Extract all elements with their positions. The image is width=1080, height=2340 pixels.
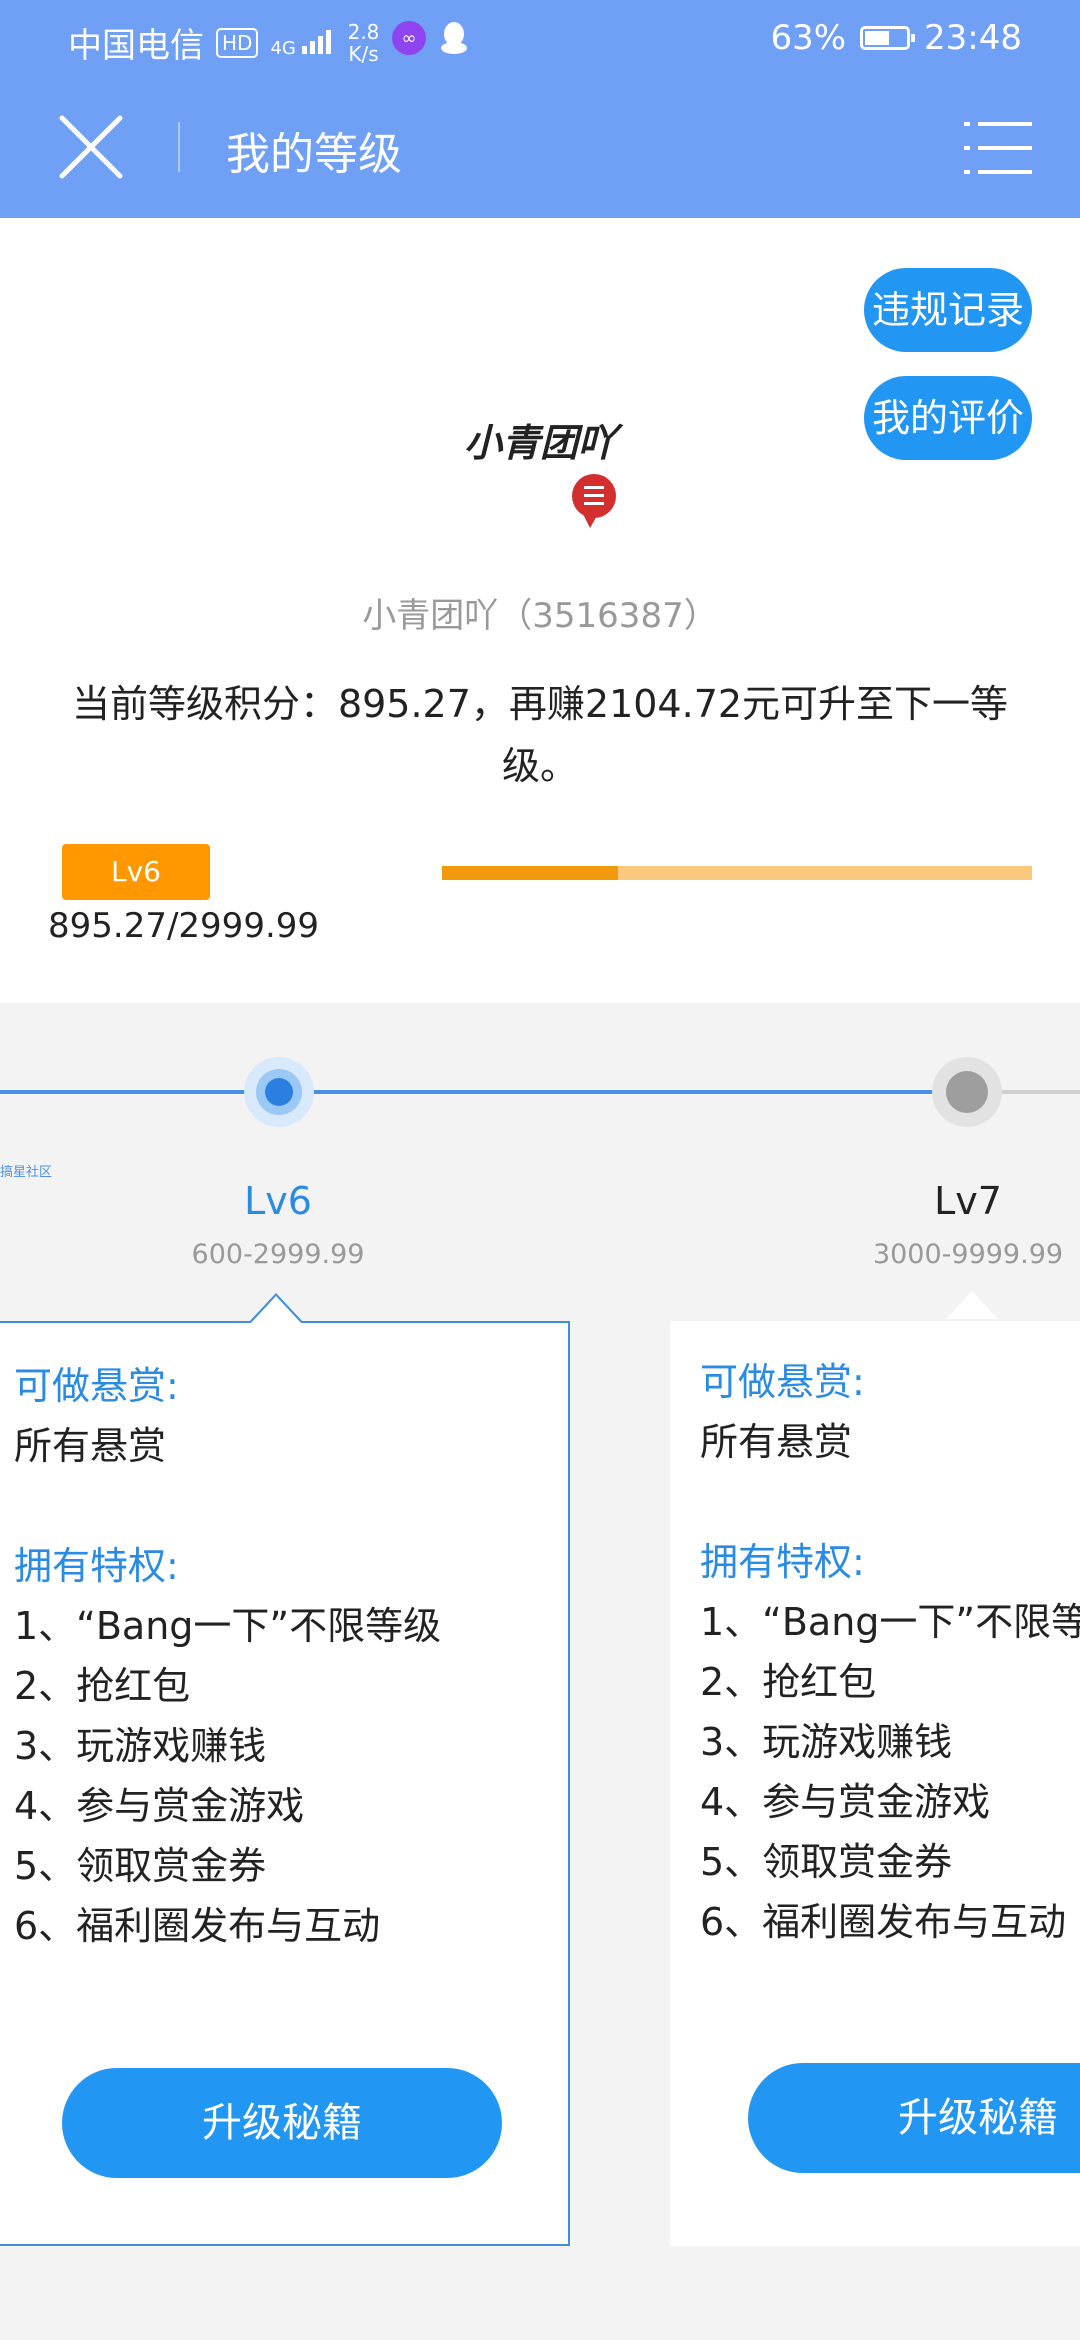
status-left: 中国电信 HD 4G 2.8 K/s ∞ — [68, 18, 469, 67]
battery-icon — [860, 26, 916, 50]
card-arrow — [248, 1293, 304, 1324]
net-speed: 2.8 K/s — [348, 21, 380, 65]
privilege-item: 5、领取赏金券 — [14, 1844, 267, 1888]
privilege-item: 6、福利圈发布与互动 — [700, 1900, 1067, 1944]
privilege-item: 1、“Bang一下”不限等级 — [700, 1600, 1080, 1644]
level-range-lv6: 600-2999.99 — [191, 1239, 365, 1270]
user-avatar-logo: 小青团吖 — [430, 396, 650, 536]
qq-icon — [439, 20, 469, 65]
tasks-title: 可做悬赏: — [14, 1364, 179, 1408]
privilege-item: 3、玩游戏赚钱 — [700, 1720, 953, 1764]
battery-fill — [865, 31, 889, 45]
card-arrow — [946, 1291, 998, 1319]
close-icon — [59, 115, 123, 179]
page-title: 我的等级 — [226, 129, 402, 180]
privilege-item: 2、抢红包 — [700, 1660, 877, 1704]
close-button[interactable] — [54, 110, 128, 184]
battery-percent: 63% — [770, 18, 847, 58]
privilege-item: 2、抢红包 — [14, 1664, 191, 1708]
carrier-label: 中国电信 — [68, 26, 204, 66]
level-node-current[interactable] — [244, 1057, 314, 1127]
upgrade-tips-button[interactable]: 升级秘籍 — [748, 2063, 1080, 2173]
my-review-button[interactable]: 我的评价 — [864, 376, 1032, 460]
level-progress-fill — [442, 866, 618, 880]
level-node-next[interactable] — [932, 1057, 1002, 1127]
watermark: 搞星社区 — [0, 1165, 53, 1180]
infinity-app-icon: ∞ — [391, 20, 427, 65]
menu-icon — [964, 122, 1032, 174]
upgrade-tips-button[interactable]: 升级秘籍 — [62, 2068, 502, 2178]
hd-icon: HD — [216, 27, 259, 58]
privilege-item: 5、领取赏金券 — [700, 1840, 953, 1884]
svg-text:∞: ∞ — [402, 28, 417, 49]
privilege-item: 6、福利圈发布与互动 — [14, 1904, 381, 1948]
signal-icon: 4G — [270, 28, 335, 58]
privilege-item: 3、玩游戏赚钱 — [14, 1724, 267, 1768]
status-right: 63% 23:48 — [770, 18, 1022, 58]
username: 小青团吖（3516387） — [362, 596, 718, 636]
privileges-title: 拥有特权: — [14, 1544, 179, 1588]
profile-section: 违规记录 我的评价 小青团吖 小青团吖（3516387） 当前等级积分：895.… — [0, 218, 1080, 1222]
app-bar: 我的等级 — [0, 80, 1080, 218]
privileges-title: 拥有特权: — [700, 1540, 865, 1584]
level-name-lv7: Lv7 — [934, 1179, 1002, 1223]
privilege-item: 4、参与赏金游戏 — [700, 1780, 991, 1824]
clock: 23:48 — [924, 18, 1022, 58]
tasks-value: 所有悬赏 — [700, 1420, 853, 1464]
level-range-lv7: 3000-9999.99 — [872, 1239, 1064, 1270]
level-score: 895.27/2999.99 — [48, 906, 320, 946]
violation-record-button[interactable]: 违规记录 — [864, 268, 1032, 352]
timeline-line-achieved — [0, 1090, 940, 1094]
header-divider — [178, 122, 180, 172]
logo-image: 小青团吖 — [464, 420, 624, 528]
network-label: 4G — [270, 37, 296, 59]
level-progress-bar — [442, 866, 1032, 880]
menu-button[interactable] — [964, 120, 1032, 176]
level-card-lv6: 可做悬赏: 所有悬赏 拥有特权: 1、“Bang一下”不限等级 2、抢红包 3、… — [0, 1293, 570, 2246]
points-description: 当前等级积分：895.27，再赚2104.72元可升至下一等级。 — [71, 682, 1009, 788]
status-bar: 中国电信 HD 4G 2.8 K/s ∞ 63% 23:48 — [0, 0, 1080, 80]
tasks-value: 所有悬赏 — [14, 1424, 167, 1468]
level-badge: Lv6 — [62, 844, 210, 900]
privilege-item: 1、“Bang一下”不限等级 — [14, 1604, 442, 1648]
level-card-lv7: 可做悬赏: 所有悬赏 拥有特权: 1、“Bang一下”不限等级 2、抢红包 3、… — [670, 1291, 1080, 2246]
privilege-item: 4、参与赏金游戏 — [14, 1784, 305, 1828]
net-speed-unit: K/s — [348, 41, 379, 66]
level-name-lv6: Lv6 — [244, 1179, 312, 1223]
net-speed-value: 2.8 — [347, 19, 380, 44]
logo-text: 小青团吖 — [464, 420, 624, 465]
level-timeline[interactable]: 搞星社区 Lv6 600-2999.99 Lv7 3000-9999.99 可做… — [0, 1003, 1080, 2340]
tasks-title: 可做悬赏: — [700, 1360, 865, 1404]
